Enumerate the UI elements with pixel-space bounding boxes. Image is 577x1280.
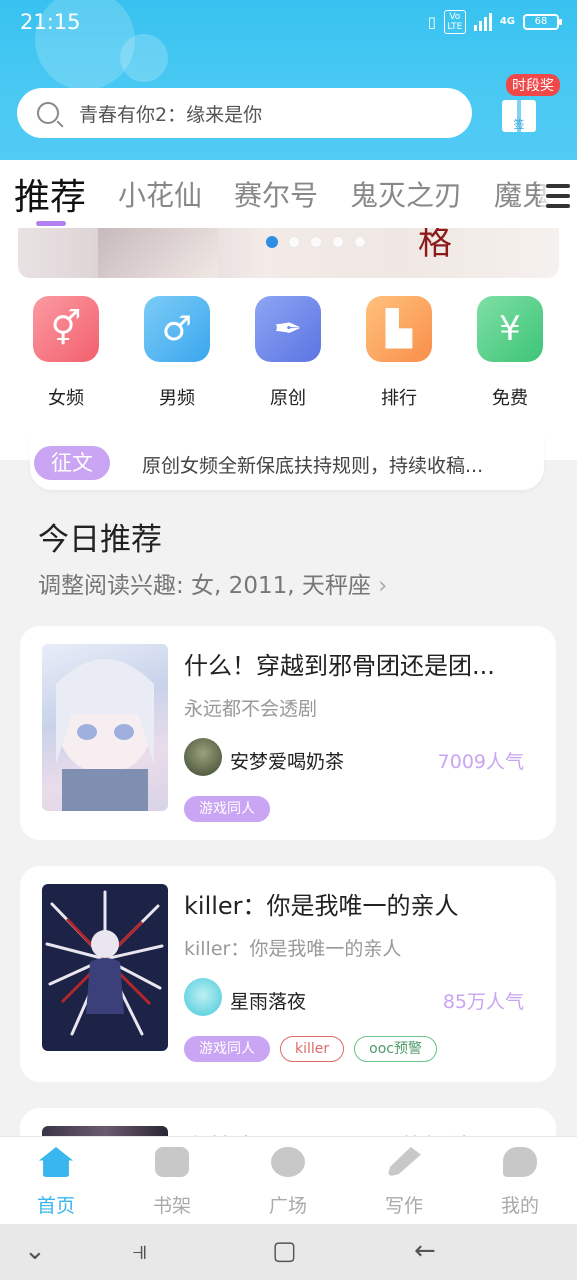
category-free[interactable]: ¥ 免费: [475, 296, 545, 410]
cover-art: [45, 890, 164, 1036]
write-icon: [387, 1147, 421, 1177]
nav-label: 我的: [500, 1195, 539, 1217]
header: 21:15 ▯ Vo LTE 4G 68 青春有你2：缘来是你 签 时段奖: [0, 0, 577, 160]
female-icon: ⚥: [33, 296, 99, 362]
interest-adjust-link[interactable]: 调整阅读兴趣: 女, 2011, 天秤座 ›: [38, 566, 387, 600]
chat-icon: [503, 1147, 537, 1177]
avatar: [184, 978, 222, 1016]
tag[interactable]: 游戏同人: [184, 796, 270, 822]
menu-icon[interactable]: [540, 180, 577, 220]
tag[interactable]: 游戏同人: [184, 1036, 270, 1062]
nav-label: 首页: [36, 1195, 75, 1217]
tab-saierhao[interactable]: 赛尔号: [234, 174, 318, 214]
signin-button[interactable]: 签 时段奖: [496, 72, 566, 138]
chevron-down-icon[interactable]: ⌄: [24, 1236, 46, 1266]
search-bar[interactable]: 青春有你2：缘来是你: [17, 88, 472, 138]
vibrate-icon: ▯: [427, 13, 436, 31]
avatar: [184, 738, 222, 776]
book-cover: [42, 644, 168, 811]
recent-apps-icon[interactable]: ⫣: [132, 1236, 148, 1267]
decor-bubble-small: [120, 34, 168, 82]
tab-xiaohuaxian[interactable]: 小花仙: [118, 174, 202, 214]
battery-icon: 68: [523, 14, 562, 30]
tag-list: 游戏同人: [184, 796, 270, 822]
planet-icon: [271, 1147, 305, 1177]
book-card[interactable]: killer：你是我唯一的亲人 killer：你是我唯一的亲人 星雨落夜 85万…: [20, 866, 556, 1082]
carousel-dot: [354, 236, 366, 248]
book-card[interactable]: 什么！穿越到邪骨团还是团... 永远都不会透剧 安梦爱喝奶茶 7009人气 游戏…: [20, 626, 556, 840]
notice-bar[interactable]: 征文 原创女频全新保底扶持规则，持续收稿...: [30, 436, 544, 490]
tab-recommend[interactable]: 推荐: [14, 168, 86, 220]
signin-label: 签: [513, 118, 525, 131]
category-label: 原创: [270, 388, 306, 409]
podium-icon: ▙: [366, 296, 432, 362]
tag[interactable]: ooc预警: [354, 1036, 437, 1062]
nav-label: 书架: [152, 1195, 191, 1217]
category-ranking[interactable]: ▙ 排行: [364, 296, 434, 410]
network-type: 4G: [499, 16, 515, 27]
popularity: 85万人气: [442, 991, 524, 1013]
tab-indicator: [36, 221, 66, 226]
search-placeholder: 青春有你2：缘来是你: [79, 103, 263, 126]
banner-image: [98, 228, 218, 278]
pen-nib-icon: ✒: [255, 296, 321, 362]
carousel-dot: [310, 236, 322, 248]
yen-icon: ¥: [477, 296, 543, 362]
volte-icon: Vo LTE: [443, 10, 466, 34]
category-section: 格 ⚥ 女频 ♂ 男频 ✒ 原创 ▙ 排行 ¥ 免费: [0, 228, 577, 460]
nav-label: 广场: [268, 1195, 307, 1217]
tag[interactable]: killer: [280, 1036, 345, 1062]
book-title: killer：你是我唯一的亲人: [184, 892, 459, 920]
carousel-dot: [332, 236, 344, 248]
nav-plaza[interactable]: 广场: [248, 1147, 328, 1218]
chevron-right-icon: ›: [378, 573, 388, 599]
notice-text: 原创女频全新保底扶持规则，持续收稿...: [142, 455, 484, 477]
carousel-dot: [266, 236, 278, 248]
search-icon: [37, 102, 59, 124]
author-name: 星雨落夜: [230, 991, 307, 1013]
tag-list: 游戏同人 killer ooc预警: [184, 1036, 437, 1062]
category-female[interactable]: ⚥ 女频: [31, 296, 101, 410]
category-label: 男频: [159, 388, 195, 409]
category-label: 女频: [48, 388, 84, 409]
notice-badge: 征文: [34, 446, 110, 480]
nav-label: 写作: [384, 1195, 423, 1217]
category-original[interactable]: ✒ 原创: [253, 296, 323, 410]
bottom-navigation: 首页 书架 广场 写作 我的: [0, 1136, 577, 1224]
cover-art: [56, 659, 154, 811]
bookshelf-icon: [155, 1147, 189, 1177]
nav-home[interactable]: 首页: [16, 1147, 96, 1218]
section-title: 今日推荐: [38, 522, 162, 558]
signin-badge: 时段奖: [506, 74, 560, 96]
carousel-dot: [288, 236, 300, 248]
book-subtitle: killer：你是我唯一的亲人: [184, 938, 402, 960]
system-navigation-bar: ⌄ ⫣ ▢ ←: [0, 1224, 577, 1280]
category-male[interactable]: ♂ 男频: [142, 296, 212, 410]
category-label: 排行: [381, 388, 417, 409]
nav-write[interactable]: 写作: [364, 1147, 444, 1218]
interest-adjust-text: 调整阅读兴趣: 女, 2011, 天秤座: [38, 573, 371, 599]
book-cover: [42, 884, 168, 1051]
status-icons: ▯ Vo LTE 4G 68: [427, 10, 562, 34]
home-button-icon[interactable]: ▢: [272, 1236, 297, 1266]
male-icon: ♂: [144, 296, 210, 362]
book-subtitle: 永远都不会透剧: [184, 698, 318, 720]
banner-art-text: 格: [418, 228, 452, 263]
nav-mine[interactable]: 我的: [480, 1147, 560, 1218]
popularity: 7009人气: [437, 751, 524, 773]
home-icon: [39, 1147, 73, 1177]
signal-icon: [473, 13, 492, 31]
book-title: 什么！穿越到邪骨团还是团...: [184, 652, 495, 680]
category-label: 免费: [492, 388, 528, 409]
author-name: 安梦爱喝奶茶: [230, 751, 345, 773]
status-time: 21:15: [20, 10, 81, 34]
nav-bookshelf[interactable]: 书架: [132, 1147, 212, 1218]
banner-carousel[interactable]: 格: [18, 228, 559, 278]
carousel-dots: [266, 236, 366, 248]
category-tabs: 推荐 小花仙 赛尔号 鬼灭之刃 魔鬼: [0, 160, 577, 228]
back-icon[interactable]: ←: [414, 1236, 436, 1266]
tab-guimie[interactable]: 鬼灭之刃: [350, 174, 462, 214]
